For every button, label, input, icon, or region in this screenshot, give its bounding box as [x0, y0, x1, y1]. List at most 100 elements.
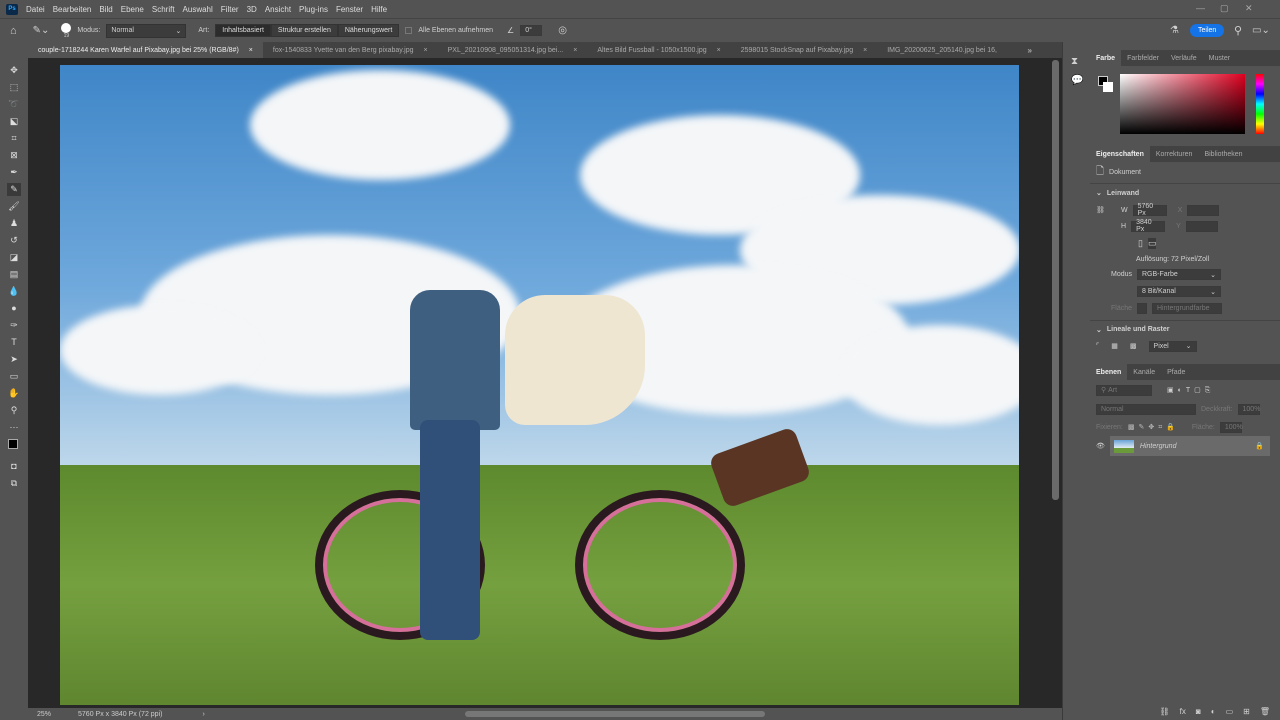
document-image[interactable]: [60, 65, 1019, 705]
new-layer-icon[interactable]: ⊞: [1243, 707, 1250, 716]
create-texture-button[interactable]: Struktur erstellen: [270, 24, 338, 37]
close-tab-icon[interactable]: ×: [863, 47, 867, 54]
unit-select[interactable]: Pixel ⌄: [1148, 340, 1197, 352]
menu-3d[interactable]: 3D: [247, 5, 257, 14]
menu-bearbeiten[interactable]: Bearbeiten: [53, 5, 92, 14]
menu-ansicht[interactable]: Ansicht: [265, 5, 291, 14]
grid-icon[interactable]: ▦: [1111, 342, 1118, 350]
hand-tool-icon[interactable]: ✋: [7, 387, 21, 400]
dodge-tool-icon[interactable]: ●: [7, 302, 21, 315]
hue-slider[interactable]: [1256, 74, 1264, 134]
tab-farbe[interactable]: Farbe: [1090, 50, 1122, 66]
tab-document[interactable]: Altes Bild Fussball - 1050x1500.jpg ×: [587, 42, 730, 58]
link-icon[interactable]: ⛓: [1096, 206, 1116, 214]
menu-hilfe[interactable]: Hilfe: [371, 5, 387, 14]
menu-ebene[interactable]: Ebene: [121, 5, 144, 14]
fx-icon[interactable]: fx: [1180, 707, 1186, 716]
lasso-tool-icon[interactable]: ➰: [7, 98, 21, 111]
minimize-icon[interactable]: —: [1196, 3, 1205, 13]
portrait-orientation-icon[interactable]: ▯: [1138, 238, 1143, 249]
marquee-tool-icon[interactable]: ⬚: [7, 81, 21, 94]
fill-select[interactable]: Hintergrundfarbe: [1152, 303, 1222, 314]
brush-tool-icon[interactable]: 🖌: [7, 200, 21, 213]
tab-muster[interactable]: Muster: [1203, 50, 1236, 66]
chevron-down-icon[interactable]: ⌄: [1096, 189, 1102, 197]
search-icon[interactable]: ⚲: [1234, 24, 1242, 37]
close-tab-icon[interactable]: ×: [249, 47, 253, 54]
more-tools-icon[interactable]: ···: [7, 421, 21, 434]
more-tabs-icon[interactable]: »: [1028, 46, 1032, 55]
lock-icons[interactable]: ▩✎✥⌗🔒: [1128, 423, 1179, 432]
tab-korrekturen[interactable]: Korrekturen: [1150, 146, 1199, 162]
menu-fenster[interactable]: Fenster: [336, 5, 363, 14]
pen-tool-icon[interactable]: ✑: [7, 319, 21, 332]
labs-icon[interactable]: ⚗: [1170, 25, 1179, 36]
link-layers-icon[interactable]: ⛓: [1160, 707, 1170, 716]
menu-bild[interactable]: Bild: [99, 5, 112, 14]
history-brush-icon[interactable]: ↺: [7, 234, 21, 247]
menu-schrift[interactable]: Schrift: [152, 5, 175, 14]
tab-document[interactable]: PXL_20210908_095051314.jpg bei... ×: [438, 42, 588, 58]
close-tab-icon[interactable]: ×: [424, 47, 428, 54]
rectangle-tool-icon[interactable]: ▭: [7, 370, 21, 383]
eraser-icon[interactable]: ◪: [7, 251, 21, 264]
tab-pfade[interactable]: Pfade: [1161, 364, 1191, 380]
home-icon[interactable]: ⌂: [10, 25, 17, 37]
pixel-grid-icon[interactable]: ▩: [1130, 342, 1137, 350]
x-input[interactable]: [1187, 204, 1220, 216]
y-input[interactable]: [1185, 220, 1218, 232]
maximize-icon[interactable]: ▢: [1220, 3, 1229, 14]
tab-ebenen[interactable]: Ebenen: [1090, 364, 1128, 380]
move-tool-icon[interactable]: ✥: [7, 64, 21, 77]
eye-icon[interactable]: 👁: [1096, 442, 1105, 450]
content-aware-button[interactable]: Inhaltsbasiert: [215, 24, 271, 37]
tab-farbfelder[interactable]: Farbfelder: [1121, 50, 1165, 66]
object-select-icon[interactable]: ⬕: [7, 115, 21, 128]
frame-tool-icon[interactable]: ⊠: [7, 149, 21, 162]
menu-filter[interactable]: Filter: [221, 5, 239, 14]
healing-brush-tool-icon[interactable]: ✎: [7, 183, 21, 196]
foreground-background-color[interactable]: [7, 438, 22, 456]
history-icon[interactable]: ⧗: [1071, 56, 1090, 67]
bit-depth-select[interactable]: 8 Bit/Kanal ⌄: [1137, 286, 1221, 297]
menu-plugins[interactable]: Plug-ins: [299, 5, 328, 14]
comments-icon[interactable]: 💬: [1071, 75, 1090, 86]
lock-icon[interactable]: 🔒: [1255, 442, 1264, 450]
path-select-icon[interactable]: ➤: [7, 353, 21, 366]
fill-swatch[interactable]: [1137, 303, 1147, 314]
layer-row[interactable]: 👁 Hintergrund 🔒: [1090, 436, 1280, 456]
close-tab-icon[interactable]: ×: [573, 47, 577, 54]
mode-select[interactable]: Normal ⌄: [106, 23, 187, 38]
crop-tool-icon[interactable]: ⌗: [7, 132, 21, 145]
tab-eigenschaften[interactable]: Eigenschaften: [1090, 146, 1150, 162]
color-field[interactable]: [1120, 74, 1245, 134]
type-tool-icon[interactable]: T: [7, 336, 21, 349]
layer-fill-input[interactable]: 100%: [1219, 421, 1243, 433]
status-more-icon[interactable]: ›: [202, 711, 204, 718]
stamp-tool-icon[interactable]: ♟: [7, 217, 21, 230]
document-info[interactable]: 5760 Px x 3840 Px (72 ppi): [78, 711, 162, 718]
pressure-icon[interactable]: ◎: [558, 25, 567, 36]
opacity-input[interactable]: 100%: [1237, 403, 1260, 415]
tab-document[interactable]: 2598015 StockSnap auf Pixabay.jpg ×: [731, 42, 877, 58]
blend-mode-select[interactable]: Normal: [1096, 403, 1196, 415]
healing-brush-icon[interactable]: ✎⌄: [33, 25, 50, 36]
screen-mode-icon[interactable]: ⧉: [7, 477, 21, 490]
adjustment-icon[interactable]: ◐: [1211, 707, 1216, 716]
close-tab-icon[interactable]: ×: [717, 47, 721, 54]
tab-bibliotheken[interactable]: Bibliotheken: [1198, 146, 1248, 162]
horizontal-scrollbar[interactable]: [465, 711, 765, 717]
menu-auswahl[interactable]: Auswahl: [183, 5, 213, 14]
height-input[interactable]: 3840 Px: [1131, 219, 1166, 233]
tab-document[interactable]: fox-1540833 Yvette van den Berg pixabay.…: [263, 42, 438, 58]
blur-tool-icon[interactable]: 💧: [7, 285, 21, 298]
eyedropper-icon[interactable]: ✒: [7, 166, 21, 179]
chevron-down-icon[interactable]: ⌄: [1096, 326, 1102, 334]
landscape-orientation-icon[interactable]: ▭: [1147, 237, 1157, 249]
tab-document[interactable]: IMG_20200625_205140.jpg bei 16,: [877, 42, 1007, 58]
zoom-level[interactable]: 25%: [37, 711, 51, 718]
width-input[interactable]: 5760 Px: [1132, 203, 1167, 217]
angle-input[interactable]: 0°: [520, 25, 543, 36]
group-icon[interactable]: ▭: [1226, 707, 1234, 716]
close-icon[interactable]: ✕: [1245, 3, 1253, 14]
